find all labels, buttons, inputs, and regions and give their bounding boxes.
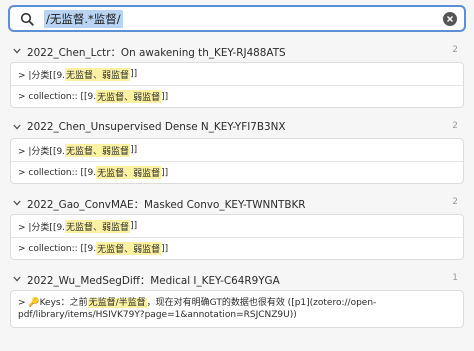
match-highlight: 无监督、弱监督 [65,67,131,81]
search-results: 2022_Chen_Lctr：On awakening th_KEY-RJ488… [0,40,474,328]
match-list: > |分类[[9. 无监督、弱监督]] > collection:: [[9. … [10,62,464,108]
match-count: 2 [452,197,458,207]
match-list: > 🔑Keys：之前无监督/半监督，现在对有明确GT的数据也很有效 ([p1](… [10,290,464,328]
result-file-title: 2022_Wu_MedSegDiff：Medical I_KEY-C64R9YG… [27,274,280,287]
result-group: 2022_Chen_Lctr：On awakening th_KEY-RJ488… [0,40,474,108]
match-count: 2 [452,121,458,131]
match-item[interactable]: > |分类[[9. 无监督、弱监督]] [11,63,463,85]
match-count: 2 [452,45,458,55]
match-item[interactable]: > |分类[[9. 无监督、弱监督]] [11,139,463,161]
match-prefix: > |分类[[9. [18,70,66,81]
match-suffix: ]] [161,167,169,178]
result-group: 2022_Wu_MedSegDiff：Medical I_KEY-C64R9YG… [0,268,474,328]
match-highlight: 无监督、弱监督 [96,242,162,255]
match-highlight: 无监督、弱监督 [65,219,131,233]
match-prefix: > collection:: [[9. [18,91,97,102]
match-highlight: 无监督、弱监督 [65,143,131,157]
result-group: 2022_Chen_Unsupervised Dense N_KEY-YFI7B… [0,116,474,184]
result-group: 2022_Gao_ConvMAE：Masked Convo_KEY-TWNNTB… [0,192,474,260]
clear-search-icon[interactable] [443,12,457,26]
result-file-header[interactable]: 2022_Gao_ConvMAE：Masked Convo_KEY-TWNNTB… [0,192,474,214]
search-bar[interactable]: /无监督.*监督/ [8,5,466,32]
result-file-header[interactable]: 2022_Chen_Unsupervised Dense N_KEY-YFI7B… [0,116,474,138]
match-prefix: > 🔑Keys：之前 [18,298,88,308]
match-item[interactable]: > |分类[[9. 无监督、弱监督]] [11,215,463,237]
match-prefix: > collection:: [[9. [18,243,97,254]
chevron-down-icon[interactable] [12,46,22,56]
result-file-header[interactable]: 2022_Chen_Lctr：On awakening th_KEY-RJ488… [0,40,474,62]
result-file-title: 2022_Chen_Lctr：On awakening th_KEY-RJ488… [27,46,286,59]
match-suffix: ]] [130,145,138,155]
match-suffix: ]] [161,243,169,254]
match-list: > |分类[[9. 无监督、弱监督]] > collection:: [[9. … [10,214,464,260]
match-prefix: > |分类[[9. [18,222,66,233]
match-prefix: > collection:: [[9. [18,167,97,178]
search-input[interactable]: /无监督.*监督/ [44,9,123,28]
match-highlight: 无监督、弱监督 [96,166,162,179]
match-count: 1 [452,273,458,283]
match-suffix: ]] [130,221,138,231]
match-item[interactable]: > collection:: [[9. 无监督、弱监督]] [11,237,463,259]
chevron-down-icon[interactable] [12,198,22,208]
chevron-down-icon[interactable] [12,122,22,132]
match-prefix: > |分类[[9. [18,146,66,157]
match-suffix: ]] [130,69,138,79]
match-highlight: 无监督/半监督 [87,298,147,308]
search-icon [16,8,38,30]
match-list: > |分类[[9. 无监督、弱监督]] > collection:: [[9. … [10,138,464,184]
match-suffix: ]] [161,91,169,102]
match-item[interactable]: > 🔑Keys：之前无监督/半监督，现在对有明确GT的数据也很有效 ([p1](… [11,291,463,327]
result-file-title: 2022_Chen_Unsupervised Dense N_KEY-YFI7B… [27,121,286,133]
match-item[interactable]: > collection:: [[9. 无监督、弱监督]] [11,85,463,107]
result-file-title: 2022_Gao_ConvMAE：Masked Convo_KEY-TWNNTB… [27,198,306,211]
result-file-header[interactable]: 2022_Wu_MedSegDiff：Medical I_KEY-C64R9YG… [0,268,474,290]
chevron-down-icon[interactable] [12,274,22,284]
match-item[interactable]: > collection:: [[9. 无监督、弱监督]] [11,161,463,183]
match-highlight: 无监督、弱监督 [96,90,162,103]
